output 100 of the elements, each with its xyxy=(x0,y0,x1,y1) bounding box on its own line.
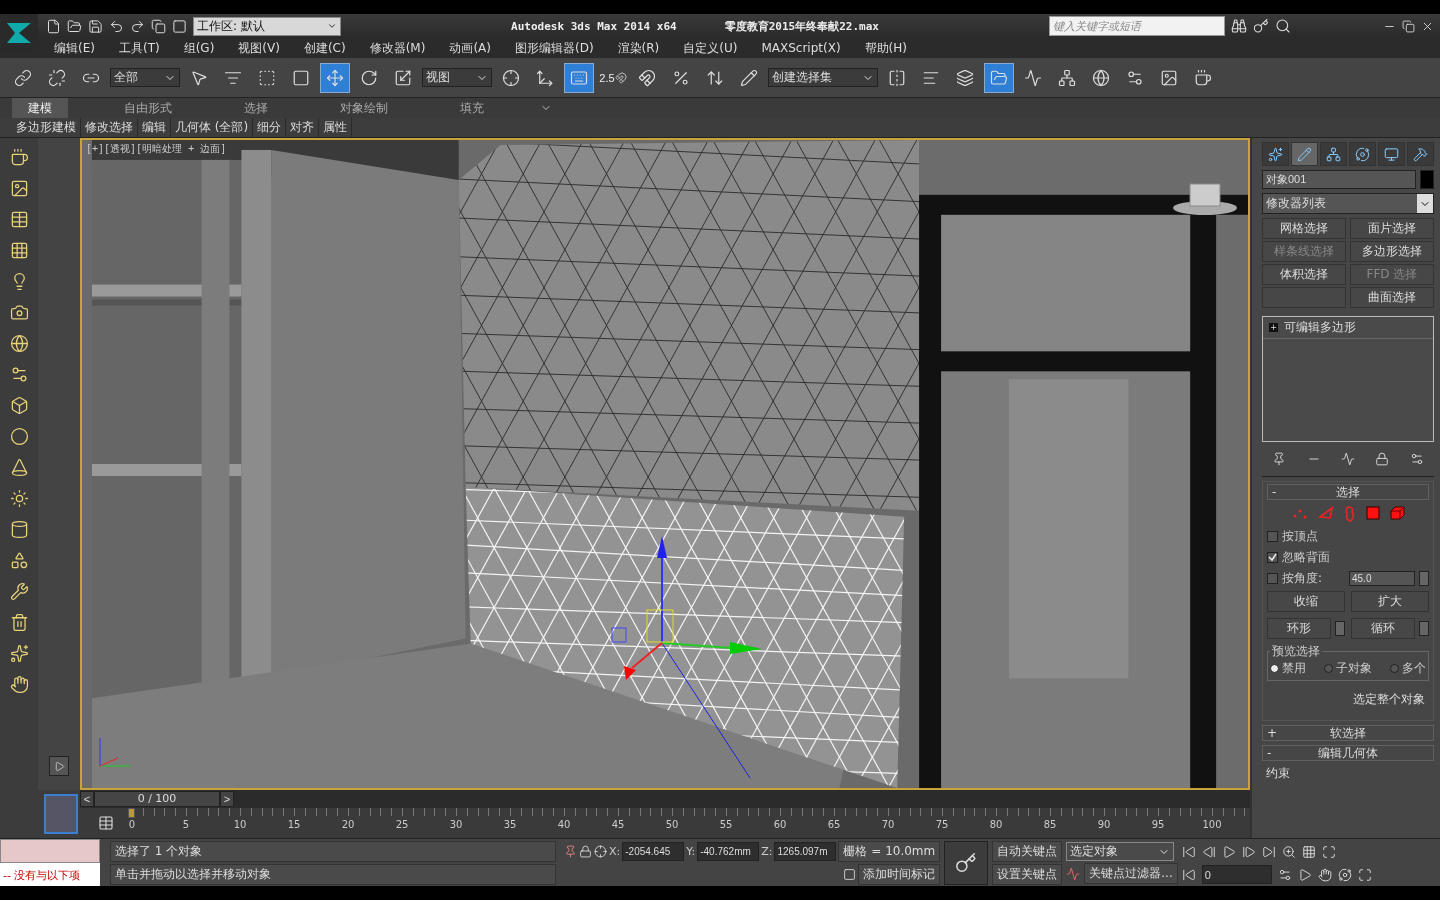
rollout-header[interactable]: - 选择 xyxy=(1267,484,1429,500)
pin-icon[interactable] xyxy=(1272,452,1287,466)
ribbon-tab[interactable]: 填充 xyxy=(444,97,500,119)
stack-item[interactable]: 可编辑多边形 xyxy=(1284,319,1356,336)
keyboard-button[interactable] xyxy=(564,62,594,93)
expand-toggle[interactable]: + xyxy=(1269,323,1278,332)
ribbon-panel-tab[interactable]: 几何体 (全部) xyxy=(171,118,254,137)
rollout-header[interactable]: + 软选择 xyxy=(1262,725,1434,741)
key-filters-button[interactable]: 关键点过滤器... xyxy=(1084,863,1178,884)
collapse-toggle[interactable]: - xyxy=(1272,485,1277,499)
orbit-icon[interactable] xyxy=(1355,146,1370,162)
hierarchy-icon[interactable] xyxy=(1326,146,1341,162)
ribbon-panel-tab[interactable]: 编辑 xyxy=(138,118,171,137)
image-icon[interactable] xyxy=(9,179,29,198)
pencil-icon[interactable] xyxy=(1297,146,1312,162)
restore-icon[interactable] xyxy=(1402,19,1415,33)
object-name-field[interactable]: 对象001 xyxy=(1262,170,1416,189)
expand-toggle[interactable]: - xyxy=(1267,746,1272,760)
folder-icon[interactable] xyxy=(67,18,82,34)
table-icon[interactable] xyxy=(9,210,29,229)
percent-icon[interactable] xyxy=(672,68,690,87)
monitor-icon[interactable] xyxy=(1384,146,1399,162)
up-down-icon[interactable] xyxy=(706,68,724,87)
panel-tab[interactable] xyxy=(1349,142,1376,166)
scale-icon[interactable] xyxy=(394,68,412,87)
menu-item[interactable]: 创建(C) xyxy=(291,39,358,57)
dropdown[interactable]: 创建选择集 xyxy=(768,68,878,87)
settings-icon[interactable] xyxy=(1126,68,1144,87)
square-icon[interactable] xyxy=(292,68,310,87)
dropdown[interactable]: 全部 xyxy=(110,68,180,87)
cone-icon[interactable] xyxy=(9,458,29,477)
set-key-button[interactable]: 设置关键点 xyxy=(992,864,1063,885)
cup-icon[interactable] xyxy=(9,148,29,167)
sphere-icon[interactable] xyxy=(9,334,29,353)
grid-icon[interactable] xyxy=(9,241,29,260)
radio-option[interactable]: 子对象 xyxy=(1324,660,1372,677)
lock-icon[interactable] xyxy=(579,845,592,858)
element-icon[interactable] xyxy=(1389,506,1405,520)
broken-link-icon[interactable] xyxy=(48,68,66,87)
cup-icon[interactable] xyxy=(1194,68,1212,87)
frame-marker[interactable] xyxy=(128,808,135,818)
workspace-dropdown[interactable]: 工作区: 默认 xyxy=(193,16,341,36)
panel-tab[interactable] xyxy=(1262,142,1289,166)
move-icon[interactable] xyxy=(326,68,344,87)
magnet-icon[interactable] xyxy=(638,68,656,87)
radio-option[interactable]: 禁用 xyxy=(1270,660,1306,677)
search-icon[interactable] xyxy=(1275,18,1291,34)
play-icon[interactable] xyxy=(1221,844,1236,859)
box-icon[interactable] xyxy=(9,396,29,415)
circle-icon[interactable] xyxy=(9,427,29,446)
binoculars-icon[interactable] xyxy=(1231,18,1247,34)
sun-icon[interactable] xyxy=(9,489,29,508)
polygon-icon[interactable] xyxy=(1365,506,1380,520)
dashed-square-icon[interactable] xyxy=(258,68,276,87)
crosshair-icon[interactable] xyxy=(594,845,607,858)
magnet-icon[interactable] xyxy=(614,71,627,84)
ribbon-tab[interactable]: 对象绘制 xyxy=(324,97,404,119)
star-icon[interactable] xyxy=(9,644,29,663)
coordinate-field[interactable]: 1265.097m xyxy=(774,842,837,861)
wave-icon[interactable] xyxy=(1340,452,1355,466)
frame-field[interactable]: 0 xyxy=(1201,865,1272,884)
time-tag-button[interactable]: 添加时间标记 xyxy=(858,864,941,885)
checkbox[interactable] xyxy=(1267,573,1278,584)
selection-button[interactable]: 环形 xyxy=(1267,618,1331,639)
panel-tab[interactable] xyxy=(1291,142,1318,166)
bin-icon[interactable] xyxy=(9,613,29,632)
key-button[interactable] xyxy=(944,841,989,885)
ribbon-tab[interactable]: 建模 xyxy=(12,97,68,119)
ribbon-tab[interactable]: 自由形式 xyxy=(108,97,188,119)
pan-icon[interactable] xyxy=(1317,867,1332,882)
dropdown[interactable]: 视图 xyxy=(422,68,492,87)
checkbox[interactable] xyxy=(1267,531,1278,542)
previous-frame-icon[interactable] xyxy=(1201,844,1216,859)
undo-icon[interactable] xyxy=(109,18,124,34)
coordinate-field[interactable]: -40.762mm xyxy=(697,842,760,861)
panel-tab[interactable] xyxy=(1320,142,1347,166)
menu-item[interactable]: MAXScript(X) xyxy=(749,41,853,55)
next-frame-button[interactable]: > xyxy=(220,791,234,807)
axes-icon[interactable] xyxy=(536,68,554,87)
last-frame-icon[interactable] xyxy=(1261,844,1276,859)
orbit-icon[interactable] xyxy=(1337,867,1352,882)
hand-icon[interactable] xyxy=(9,675,29,694)
spinner-icon[interactable] xyxy=(1419,621,1429,636)
link-icon[interactable] xyxy=(14,68,32,87)
key-icon[interactable] xyxy=(955,852,978,874)
menu-item[interactable]: 渲染(R) xyxy=(605,39,672,57)
wrench-icon[interactable] xyxy=(9,582,29,601)
ribbon-panel-tab[interactable]: 属性 xyxy=(319,118,353,137)
menu-item[interactable]: 帮助(H) xyxy=(852,39,919,57)
zoom-icon[interactable] xyxy=(1281,844,1296,859)
panel-tab[interactable] xyxy=(1378,142,1405,166)
radio-icon[interactable] xyxy=(1324,664,1333,673)
square-icon[interactable] xyxy=(843,868,857,881)
angle-field[interactable]: 45.0 xyxy=(1349,571,1415,586)
selection-button[interactable]: 收缩 xyxy=(1267,591,1345,612)
maximize-icon[interactable] xyxy=(1357,867,1372,882)
panel-tab[interactable] xyxy=(1407,142,1434,166)
viewport-label[interactable]: [+][透视][明暗处理 + 边面] xyxy=(86,142,227,156)
track-bar-icon[interactable] xyxy=(98,815,114,831)
spinner-icon[interactable] xyxy=(1419,571,1429,586)
